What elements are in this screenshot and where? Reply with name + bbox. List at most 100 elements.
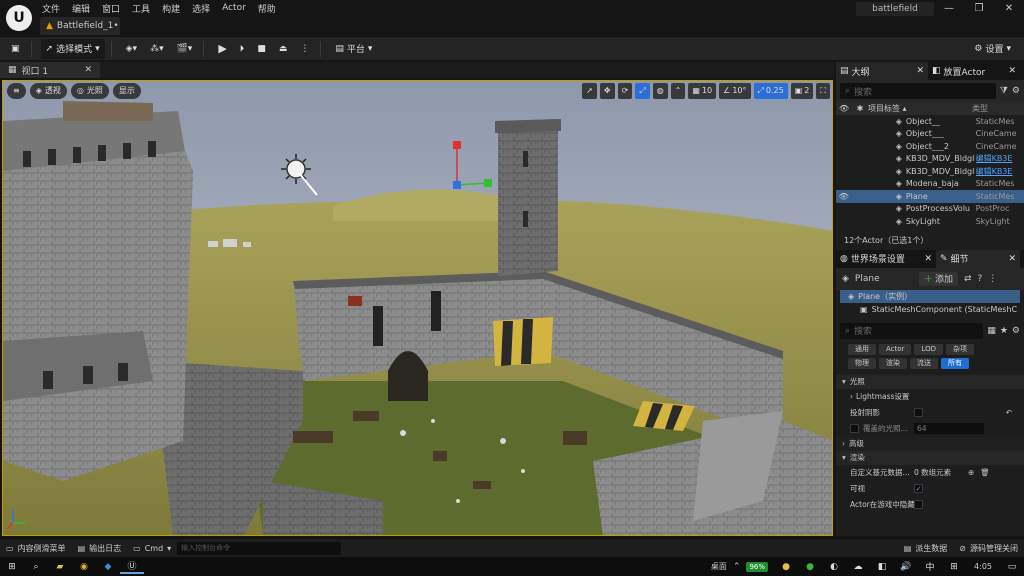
tab-place-actor[interactable]: ◧ 放置Actor ✕	[928, 62, 1020, 80]
menu-item[interactable]: 窗口	[96, 2, 126, 15]
details-search-input[interactable]: ⌕ 搜索	[840, 322, 984, 339]
tray-app-icon[interactable]: ◐	[822, 562, 846, 572]
close-icon[interactable]: ✕	[1008, 254, 1016, 264]
outliner-row[interactable]: ◈ Modena_baja StaticMes	[836, 178, 1024, 191]
tray-app-icon[interactable]: ●	[774, 562, 798, 572]
column-type[interactable]: 类型	[972, 103, 1022, 114]
windows-start-icon[interactable]: ⊞	[0, 562, 24, 572]
notification-icon[interactable]: ▭	[1000, 562, 1024, 572]
reset-icon[interactable]: ↶	[1006, 408, 1012, 417]
star-icon[interactable]: ★	[1000, 326, 1008, 336]
close-icon[interactable]: ✕	[924, 254, 932, 264]
unreal-editor-icon[interactable]: Ⓤ	[120, 559, 144, 574]
close-button[interactable]: ✕	[994, 0, 1024, 18]
outliner-row[interactable]: ◈ Object___ CineCame	[836, 128, 1024, 141]
outliner-row[interactable]: ◈ Object__ StaticMes	[836, 115, 1024, 128]
menu-item[interactable]: 构建	[156, 2, 186, 15]
maximize-button[interactable]: ❐	[964, 0, 994, 18]
outliner-row-type[interactable]: 编辑KB3E	[976, 166, 1024, 177]
derived-data-button[interactable]: ▤ 派生数据	[898, 539, 954, 558]
file-explorer-icon[interactable]: ▰	[48, 562, 72, 572]
override-light-value[interactable]: 64	[914, 423, 984, 434]
menu-item[interactable]: 帮助	[252, 2, 282, 15]
cmd-dropdown[interactable]: ▭ Cmd ▾	[127, 539, 177, 558]
filter-button[interactable]: 物理	[848, 357, 876, 369]
viewport-menu-button[interactable]: ≡	[7, 83, 26, 99]
tab-outliner[interactable]: ▤ 大纲 ✕	[836, 62, 928, 80]
rotation-snap-button[interactable]: ∠ 10°	[719, 83, 751, 99]
volume-icon[interactable]: 🔊	[894, 562, 918, 572]
column-label[interactable]: 项目标签 ▴	[868, 103, 972, 114]
cinematics-button[interactable]: 🎬▾	[172, 39, 198, 59]
filter-button[interactable]: 杂项	[945, 343, 974, 355]
grid-snap-button[interactable]: ▦ 10	[688, 83, 717, 99]
menu-item[interactable]: 编辑	[66, 2, 96, 15]
camera-speed-button[interactable]: ▣ 2	[790, 83, 814, 99]
chevron-up-icon[interactable]: ⌃	[733, 562, 741, 572]
cast-shadow-checkbox[interactable]	[914, 408, 923, 417]
tab-details[interactable]: ✎ 细节 ✕	[936, 249, 1020, 268]
level-tab[interactable]: ▲ Battlefield_1•	[40, 17, 120, 35]
viewport-tab[interactable]: ▦ 视口 1 ✕	[0, 62, 100, 78]
hidden-in-game-checkbox[interactable]	[914, 500, 923, 509]
maximize-viewport-icon[interactable]: ⛶	[816, 83, 830, 99]
tab-world-settings[interactable]: ◍ 世界场景设置 ✕	[836, 250, 936, 268]
show-button[interactable]: 显示	[112, 83, 141, 99]
clock[interactable]: 4:05	[974, 562, 992, 571]
play-button[interactable]: ▶	[213, 39, 231, 59]
unreal-logo-icon[interactable]: U	[6, 5, 32, 31]
output-log-button[interactable]: ▤ 输出日志	[72, 539, 128, 558]
lightmass-row[interactable]: › Lightmass设置	[836, 389, 1024, 405]
battery-indicator[interactable]: 96%	[746, 561, 769, 572]
section-rendering[interactable]: ▾ 渲染	[836, 450, 1024, 465]
platform-dropdown[interactable]: ▤ 平台 ▾	[330, 39, 377, 59]
app-icon[interactable]: ◆	[96, 562, 120, 572]
settings-button[interactable]: ⚙ 设置 ▾	[969, 39, 1016, 59]
cloud-icon[interactable]: ☁	[846, 562, 870, 572]
override-light-checkbox[interactable]	[850, 424, 859, 433]
filter-button[interactable]: 渲染	[879, 357, 907, 369]
perspective-button[interactable]: ◈ 透视	[29, 83, 67, 99]
settings-icon[interactable]: ⚙	[1012, 326, 1020, 336]
visibility-icon[interactable]: 👁	[836, 192, 852, 201]
menu-item[interactable]: 工具	[126, 2, 156, 15]
add-element-icon[interactable]: ⊕	[968, 468, 974, 477]
filter-button[interactable]: 所有	[941, 357, 969, 369]
outliner-row-type[interactable]: 编辑KB3E	[976, 153, 1024, 164]
instance-row[interactable]: ◈ Plane（实例）	[840, 289, 1020, 303]
filter-button[interactable]: Actor	[879, 343, 912, 355]
level-viewport[interactable]: ≡ ◈ 透视 ◎ 光照 显示 ➚ ✥ ⟳ ⤢ ◍ ⌃ ▦ 10 ∠ 10° ⤢ 0.25 …	[2, 80, 833, 536]
lighting-button[interactable]: ◎ 光照	[70, 83, 109, 99]
outliner-row[interactable]: ◈ SkyLight SkyLight	[836, 215, 1024, 228]
source-control-button[interactable]: ⊘ 源码管理关闭	[953, 539, 1024, 558]
network-icon[interactable]: ◧	[870, 562, 894, 572]
save-icon[interactable]: ▣	[6, 39, 25, 59]
stop-button[interactable]: ■	[252, 39, 271, 59]
table-view-icon[interactable]: ▦	[987, 326, 996, 336]
search-icon[interactable]: ⌕	[24, 562, 48, 572]
component-row[interactable]: ▣ StaticMeshComponent (StaticMeshC	[836, 303, 1024, 316]
console-command-input[interactable]: 输入控制台命令	[177, 541, 342, 555]
filter-icon[interactable]: ⧩	[1000, 86, 1008, 96]
rotate-tool-icon[interactable]: ⟳	[617, 83, 633, 99]
desktop-label[interactable]: 桌面	[711, 561, 727, 572]
outliner-search-input[interactable]: ⌕ 搜索	[840, 83, 996, 99]
scale-snap-button[interactable]: ⤢ 0.25	[753, 83, 788, 99]
close-icon[interactable]: ✕	[916, 66, 924, 76]
translate-tool-icon[interactable]: ✥	[599, 83, 615, 99]
menu-item[interactable]: 文件	[36, 2, 66, 15]
eject-button[interactable]: ⏏	[274, 39, 293, 59]
play-options-button[interactable]: ⏵	[235, 39, 250, 59]
scale-tool-icon[interactable]: ⤢	[635, 83, 650, 99]
tray-app-icon[interactable]: ●	[798, 562, 822, 572]
chrome-icon[interactable]: ◉	[72, 562, 96, 572]
ime-indicator[interactable]: 中	[918, 560, 942, 573]
menu-item[interactable]: Actor	[216, 3, 252, 13]
more-options-icon[interactable]: ⋮	[295, 39, 314, 59]
section-lighting[interactable]: ▾ 光照	[836, 374, 1024, 389]
world-space-icon[interactable]: ◍	[652, 83, 668, 99]
surface-snap-icon[interactable]: ⌃	[670, 83, 686, 99]
section-advanced[interactable]: › 高级	[836, 436, 1024, 451]
outliner-row[interactable]: ◈ PostProcessVolu PostProc	[836, 203, 1024, 216]
more-options-icon[interactable]: ⋮	[988, 274, 997, 284]
